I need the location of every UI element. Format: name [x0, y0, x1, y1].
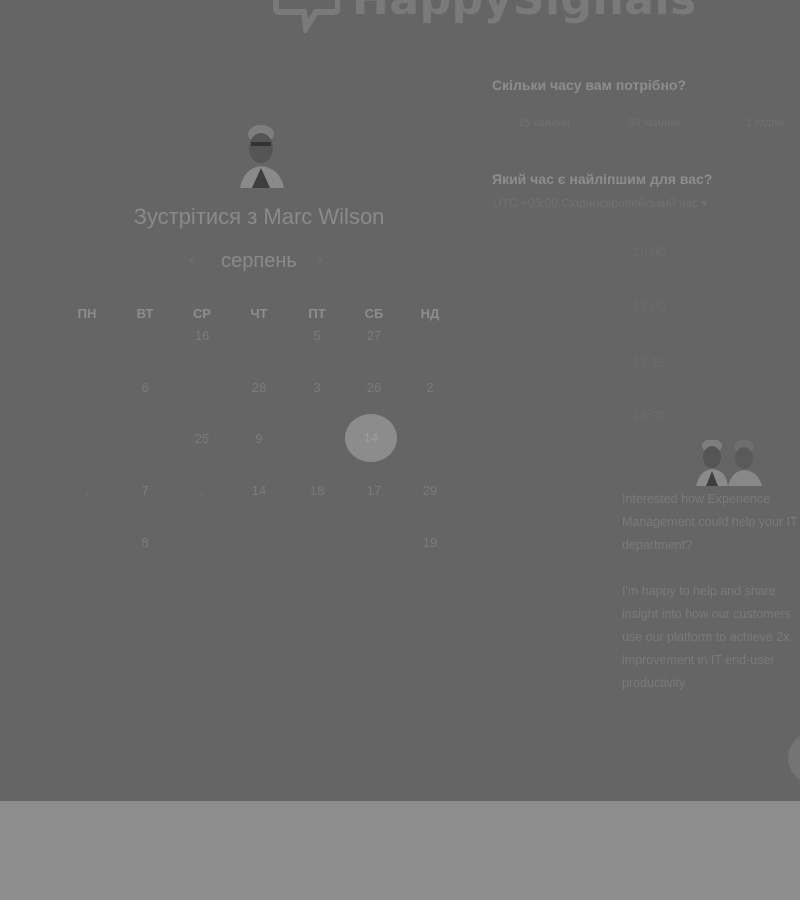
previous-month-button[interactable]: ‹: [188, 250, 195, 271]
timezone-select[interactable]: UTC +03:00 Східноєвропейський час ▾: [493, 196, 707, 210]
intro-paragraph-2: I'm happy to help and share insight into…: [622, 584, 791, 690]
calendar-day[interactable]: 16: [177, 326, 227, 346]
time-slot[interactable]: 12:00: [633, 299, 800, 314]
time-question: Який час є найліпшим для вас?: [492, 171, 713, 187]
host-avatar: [240, 125, 284, 188]
calendar-day[interactable]: 25: [177, 429, 227, 449]
weekday-label: НД: [420, 306, 440, 321]
weekday-label: СБ: [364, 306, 384, 321]
calendar-day[interactable]: 17: [349, 481, 399, 501]
calendar-day[interactable]: 18: [292, 481, 342, 501]
calendar-day[interactable]: 14: [234, 481, 284, 501]
selected-day[interactable]: 14: [345, 414, 397, 462]
calendar-day[interactable]: 3: [292, 378, 342, 398]
next-month-button[interactable]: ›: [316, 250, 323, 271]
calendar-day[interactable]: 27: [349, 326, 399, 346]
calendar-day[interactable]: 2: [405, 378, 455, 398]
duration-question: Скільки часу вам потрібно?: [492, 77, 687, 93]
time-slot[interactable]: 15:30: [633, 408, 800, 423]
timezone-value: UTC +03:00 Східноєвропейський час: [493, 196, 698, 210]
weekday-label: ПН: [77, 306, 97, 321]
calendar-day[interactable]: .: [62, 481, 112, 501]
calendar-day[interactable]: 8: [120, 533, 170, 553]
calendar-day[interactable]: 6: [120, 378, 170, 398]
duration-option-15[interactable]: 15 хвилин: [518, 117, 569, 129]
chevron-down-icon: ▾: [701, 196, 708, 210]
team-avatars: [696, 440, 762, 486]
time-slot[interactable]: 10:00: [633, 244, 800, 259]
speech-bubble-icon: [273, 0, 340, 33]
calendar-day[interactable]: .: [177, 481, 227, 501]
calendar-day[interactable]: 29: [405, 481, 455, 501]
weekday-label: СР: [192, 306, 212, 321]
calendar-day[interactable]: 19: [405, 533, 455, 553]
month-label: серпень: [221, 250, 297, 272]
calendar-day[interactable]: 5: [292, 326, 342, 346]
duration-option-30[interactable]: 30 хвилин: [628, 117, 679, 129]
scheduler-panel: HappySignals Зустрітися з Marc Wilson ‹ …: [0, 0, 800, 801]
calendar-day[interactable]: 26: [349, 378, 399, 398]
duration-option-60[interactable]: 1 годин: [746, 117, 783, 129]
weekday-label: ЧТ: [250, 306, 268, 321]
brand-name: HappySignals: [352, 0, 697, 25]
intro-paragraph: Interested how Experience Management cou…: [622, 492, 798, 552]
month-navigation: ‹ серпень ›: [180, 250, 340, 276]
meeting-title: Зустрітися з Marc Wilson: [133, 204, 385, 229]
calendar-day[interactable]: 7: [120, 481, 170, 501]
time-slot[interactable]: 13:15: [633, 355, 800, 370]
weekday-label: ВТ: [136, 306, 154, 321]
calendar-day[interactable]: 28: [234, 378, 284, 398]
weekday-label: ПТ: [308, 306, 326, 321]
calendar-day[interactable]: 9: [234, 429, 284, 449]
chat-button[interactable]: [788, 732, 800, 784]
